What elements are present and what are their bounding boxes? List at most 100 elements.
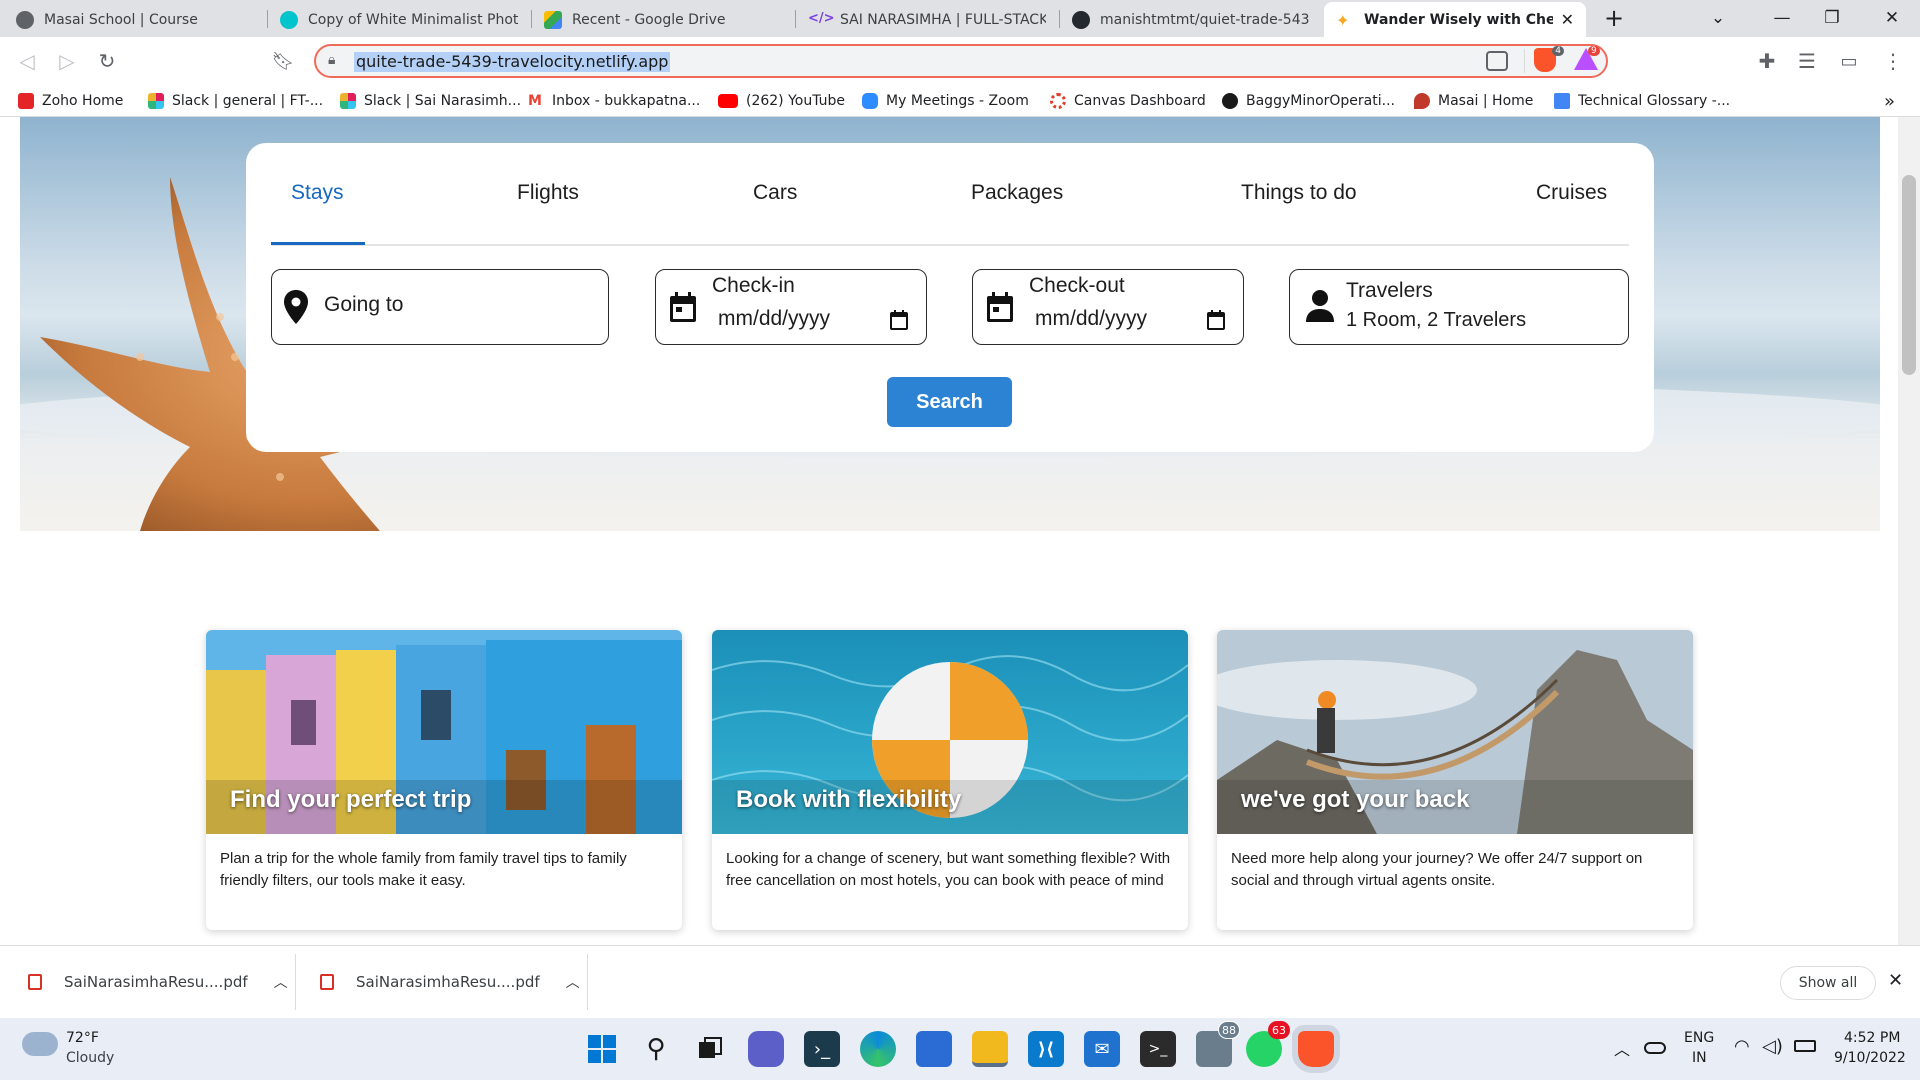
lock-icon: 🔒︎ xyxy=(328,52,336,68)
tab-stays[interactable]: Stays xyxy=(291,181,344,205)
bookmark-replit[interactable]: BaggyMinorOperati... xyxy=(1222,90,1395,112)
checkin-date-input[interactable]: mm/dd/yyyy xyxy=(718,307,830,331)
masai-icon xyxy=(1414,93,1430,109)
wallet-icon[interactable]: ▭ xyxy=(1834,46,1864,76)
qr-share-icon[interactable] xyxy=(1486,51,1508,71)
tab-cruises[interactable]: Cruises xyxy=(1536,181,1607,205)
download-divider xyxy=(587,954,588,1010)
reload-button[interactable]: ↻ xyxy=(92,46,122,76)
extensions-puzzle-icon[interactable]: ✚ xyxy=(1752,46,1782,76)
feature-title: we've got your back xyxy=(1241,786,1470,813)
minimize-button[interactable]: — xyxy=(1762,4,1802,32)
search-button[interactable]: Search xyxy=(887,377,1012,427)
tab-packages[interactable]: Packages xyxy=(971,181,1063,205)
brave-icon[interactable] xyxy=(1292,1025,1340,1073)
search-icon[interactable]: ⚲ xyxy=(638,1031,674,1067)
bookmark-slack-general[interactable]: Slack | general | FT-... xyxy=(148,90,323,112)
close-download-shelf-icon[interactable]: ✕ xyxy=(1888,970,1903,991)
going-to-field[interactable]: Going to xyxy=(271,269,609,345)
download-item[interactable]: SaiNarasimhaResu....pdf ︿ xyxy=(320,946,582,1018)
shields-count-badge: 4 xyxy=(1552,46,1564,56)
new-tab-button[interactable]: + xyxy=(1594,4,1634,32)
back-button[interactable]: ◁ xyxy=(12,46,42,76)
bookmark-zoom[interactable]: My Meetings - Zoom xyxy=(862,90,1029,112)
battery-icon[interactable] xyxy=(1794,1040,1816,1052)
travelers-field[interactable]: Travelers 1 Room, 2 Travelers xyxy=(1289,269,1629,345)
tab-search-chevron-icon[interactable]: ⌄ xyxy=(1698,4,1738,32)
region-indicator: IN xyxy=(1692,1050,1707,1066)
close-tab-icon[interactable]: ✕ xyxy=(1561,10,1574,29)
tab-github[interactable]: manishtmtmt/quiet-trade-5439 xyxy=(1060,2,1322,37)
vscode-icon[interactable]: ⟩⟨ xyxy=(1028,1031,1064,1067)
volume-icon[interactable]: ◁) xyxy=(1762,1036,1783,1057)
feature-title: Book with flexibility xyxy=(736,786,962,813)
bookmark-youtube[interactable]: (262) YouTube xyxy=(718,90,845,112)
weather-temperature[interactable]: 72°F xyxy=(66,1030,99,1046)
language-indicator[interactable]: ENG xyxy=(1684,1030,1714,1046)
feature-card-flexibility[interactable]: Book with flexibility Looking for a chan… xyxy=(712,630,1188,930)
chevron-up-icon[interactable]: ︿ xyxy=(566,972,580,992)
brave-shields-icon[interactable]: 4 xyxy=(1534,46,1564,72)
feature-title: Find your perfect trip xyxy=(230,786,472,813)
playlist-icon[interactable]: ☰ xyxy=(1792,46,1822,76)
store-icon[interactable] xyxy=(916,1031,952,1067)
bookmark-canvas[interactable]: Canvas Dashboard xyxy=(1050,90,1206,112)
feature-card-perfect-trip[interactable]: Find your perfect trip Plan a trip for t… xyxy=(206,630,682,930)
mail-icon[interactable]: ✉ xyxy=(1084,1031,1120,1067)
tab-masai-course[interactable]: Masai School | Course xyxy=(4,2,266,37)
browser-menu-icon[interactable]: ⋮ xyxy=(1878,46,1908,76)
file-explorer-icon[interactable] xyxy=(972,1031,1008,1067)
feature-card-support[interactable]: we've got your back Need more help along… xyxy=(1217,630,1693,930)
address-bar[interactable]: 🔒︎ quite-trade-5439-travelocity.netlify.… xyxy=(314,44,1608,78)
weather-description[interactable]: Cloudy xyxy=(66,1050,114,1066)
download-item[interactable]: SaiNarasimhaResu....pdf ︿ xyxy=(28,946,290,1018)
tab-flights[interactable]: Flights xyxy=(517,181,579,205)
feature-description: Plan a trip for the whole family from fa… xyxy=(220,850,627,889)
whatsapp-icon[interactable]: 63 xyxy=(1246,1021,1290,1067)
bookmark-slack-sai[interactable]: Slack | Sai Narasimh... xyxy=(340,90,521,112)
edge-icon[interactable] xyxy=(860,1031,896,1067)
tab-canva[interactable]: Copy of White Minimalist Photo xyxy=(268,2,530,37)
tab-things-to-do[interactable]: Things to do xyxy=(1241,181,1357,205)
terminal-app-icon[interactable]: ›_ xyxy=(804,1031,840,1067)
notification-badge: 63 xyxy=(1268,1021,1290,1039)
close-window-button[interactable]: ✕ xyxy=(1872,4,1912,32)
restore-button[interactable]: ❐ xyxy=(1812,4,1852,32)
bookmark-glossary[interactable]: Technical Glossary -... xyxy=(1554,90,1730,112)
more-bookmarks-button[interactable]: » xyxy=(1884,90,1895,112)
windows-start-icon[interactable] xyxy=(584,1031,620,1067)
bookmark-zoho[interactable]: Zoho Home xyxy=(18,90,123,112)
checkin-field[interactable]: Check-in mm/dd/yyyy xyxy=(655,269,927,345)
date-picker-icon[interactable] xyxy=(890,310,908,330)
wifi-icon[interactable]: ◠ xyxy=(1734,1036,1750,1057)
zoom-icon xyxy=(862,93,878,109)
checkout-date-input[interactable]: mm/dd/yyyy xyxy=(1035,307,1147,331)
show-hidden-icons-chevron-icon[interactable]: ︿ xyxy=(1614,1036,1630,1060)
date-picker-icon[interactable] xyxy=(1207,310,1225,330)
task-view-icon[interactable] xyxy=(692,1031,728,1067)
teams-chat-icon[interactable] xyxy=(748,1031,784,1067)
checkout-field[interactable]: Check-out mm/dd/yyyy xyxy=(972,269,1244,345)
cmd-icon[interactable]: >_ xyxy=(1140,1031,1176,1067)
onedrive-cloud-icon[interactable] xyxy=(1644,1042,1666,1054)
app-88-icon[interactable]: 88 xyxy=(1196,1021,1240,1067)
feature-description: Need more help along your journey? We of… xyxy=(1231,850,1643,889)
tab-cars[interactable]: Cars xyxy=(753,181,797,205)
tab-google-drive[interactable]: Recent - Google Drive xyxy=(532,2,794,37)
clock-date[interactable]: 9/10/2022 xyxy=(1834,1050,1906,1066)
tab-travelocity-active[interactable]: ✦ Wander Wisely with Cheap H ✕ xyxy=(1324,2,1586,37)
clock-time[interactable]: 4:52 PM xyxy=(1844,1030,1900,1046)
url-text[interactable]: quite-trade-5439-travelocity.netlify.app xyxy=(354,52,671,72)
google-drive-icon xyxy=(544,10,562,29)
chevron-up-icon[interactable]: ︿ xyxy=(274,972,288,992)
forward-button[interactable]: ▷ xyxy=(52,46,82,76)
bookmark-page-icon[interactable]: 🔖︎ xyxy=(268,46,298,76)
brave-rewards-icon[interactable]: 9 xyxy=(1574,46,1600,70)
download-shelf: SaiNarasimhaResu....pdf ︿ SaiNarasimhaRe… xyxy=(0,945,1920,1018)
scrollbar-thumb[interactable] xyxy=(1902,175,1916,375)
show-all-downloads-button[interactable]: Show all xyxy=(1780,966,1876,1000)
bookmark-gmail[interactable]: M Inbox - bukkapatna... xyxy=(528,90,700,112)
cloudy-weather-icon xyxy=(22,1032,58,1056)
bookmark-masai[interactable]: Masai | Home xyxy=(1414,90,1533,112)
tab-portfolio[interactable]: </> SAI NARASIMHA | FULL-STACK W xyxy=(796,2,1058,37)
